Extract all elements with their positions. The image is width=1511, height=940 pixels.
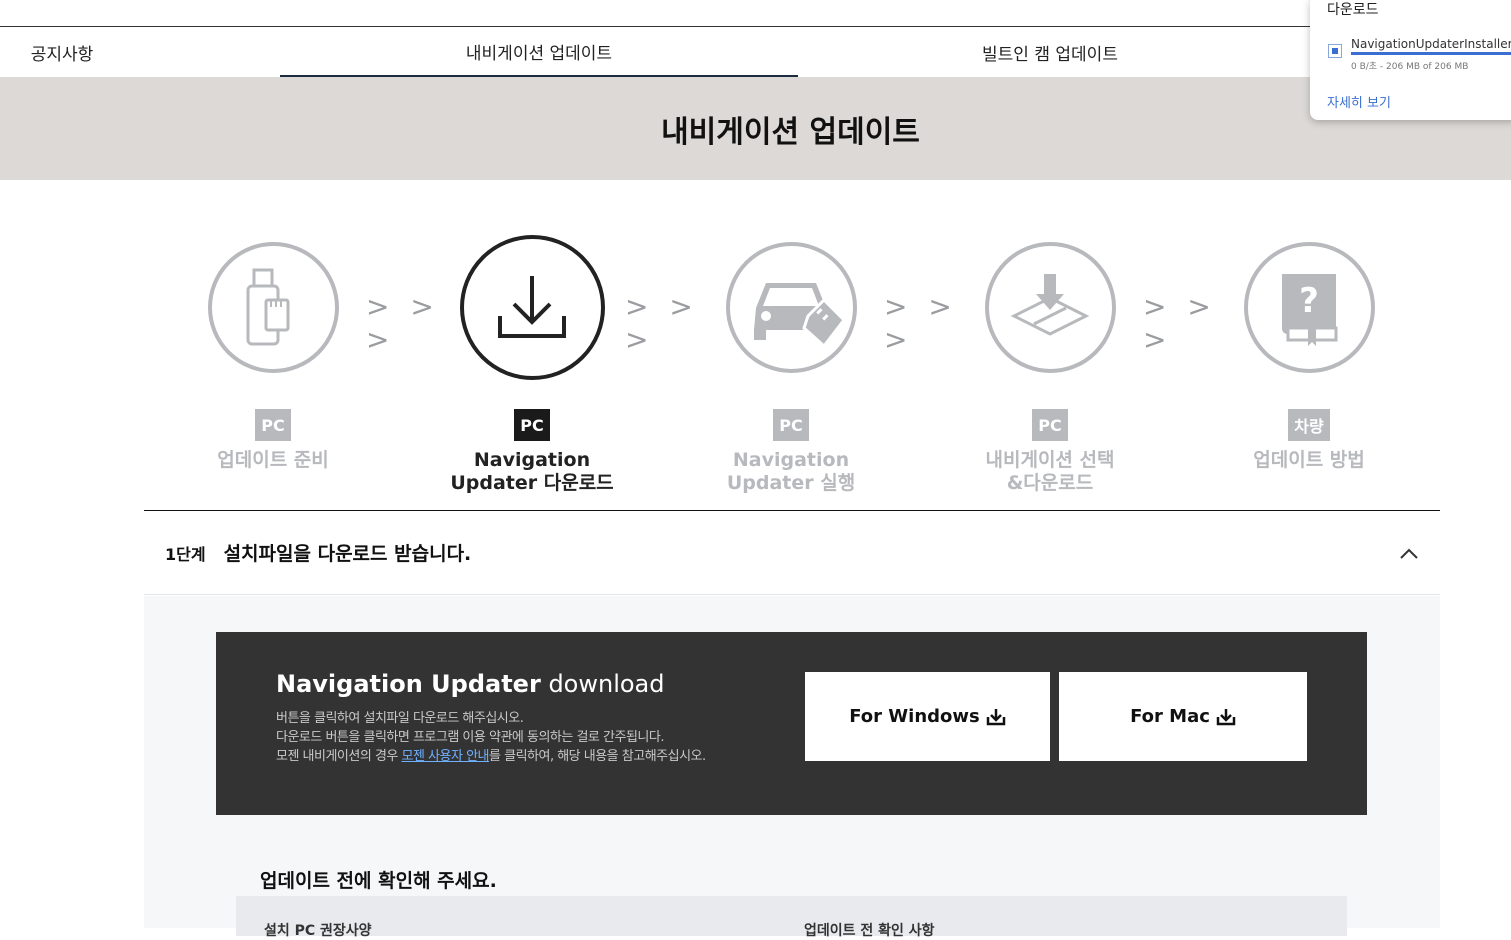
- step-navigation-updater-download[interactable]: PC Navigation Updater 다운로드: [432, 230, 632, 495]
- step-label: 내비게이션 선택 &다운로드: [985, 449, 1115, 494]
- download-file-name[interactable]: NavigationUpdaterInstaller.exe: [1351, 37, 1511, 51]
- button-label: For Mac: [1130, 706, 1210, 727]
- desc-line: 다운로드 버튼을 클릭하면 프로그램 이용 약관에 동의하는 걸로 간주됩니다.: [276, 730, 664, 745]
- usb-sd-card-icon: [246, 268, 290, 345]
- tab-notice[interactable]: 공지사항: [0, 27, 124, 77]
- pc-spec-column-header: 설치 PC 권장사양: [264, 923, 372, 939]
- download-progress-fill: [1351, 52, 1511, 55]
- navigation-updater-download-box: Navigation Updater download 버튼을 클릭하여 설치파…: [216, 632, 1367, 815]
- step-circle: [725, 242, 857, 373]
- download-popup-title: 다운로드: [1327, 2, 1379, 18]
- step-circle: ?: [1243, 242, 1375, 373]
- tab-bar: 공지사항 내비게이션 업데이트 빌트인 캠 업데이트: [0, 27, 1511, 77]
- download-progress-bar: [1351, 52, 1511, 55]
- download-more-link[interactable]: 자세히 보기: [1327, 92, 1391, 111]
- download-icon: [986, 708, 1005, 725]
- browser-download-popup: 다운로드 NavigationUpdaterInstaller.exe 0 B/…: [1310, 0, 1511, 120]
- step-update-prepare[interactable]: PC 업데이트 준비: [173, 230, 373, 472]
- download-description: 버튼을 클릭하여 설치파일 다운로드 해주십시오. 다운로드 버튼을 클릭하면 …: [276, 709, 706, 766]
- update-steps: PC 업데이트 준비 > > > PC Navigation Updater 다…: [0, 230, 1511, 510]
- svg-text:?: ?: [1299, 281, 1319, 321]
- accordion-step1-body: Navigation Updater download 버튼을 클릭하여 설치파…: [144, 596, 1440, 939]
- step-navigation-updater-run[interactable]: PC Navigation Updater 실행: [691, 230, 891, 495]
- mozen-user-guide-link[interactable]: 모젠 사용자 안내: [402, 749, 490, 764]
- tab-navigation-update[interactable]: 내비게이션 업데이트: [280, 27, 798, 77]
- step-badge: PC: [514, 409, 550, 441]
- desc-line: 모젠 내비게이션의 경우 모젠 사용자 안내를 클릭하여, 해당 내용을 참고해…: [276, 747, 706, 766]
- download-box-title: Navigation Updater download: [276, 670, 665, 698]
- accordion-step-number: 1단계: [165, 544, 206, 564]
- step-label: 업데이트 방법: [1253, 449, 1365, 471]
- for-mac-button[interactable]: For Mac: [1059, 672, 1307, 761]
- car-sd-card-icon: [754, 282, 846, 348]
- tab-label: 내비게이션 업데이트: [465, 43, 613, 64]
- step-label: Navigation Updater 다운로드: [450, 449, 614, 494]
- step-label: Navigation Updater 실행: [726, 449, 856, 494]
- step-badge: PC: [1032, 409, 1068, 441]
- desc-text: 모젠 내비게이션의 경우: [276, 749, 398, 764]
- download-icon: [498, 275, 566, 338]
- pre-update-check-table: 설치 PC 권장사양 업데이트 전 확인 사항: [236, 896, 1347, 939]
- step-circle: [459, 235, 605, 380]
- download-file-status: 0 B/초 - 206 MB of 206 MB: [1351, 62, 1469, 72]
- map-download-icon: [1010, 273, 1090, 336]
- step-badge: PC: [255, 409, 291, 441]
- desc-line: 버튼을 클릭하여 설치파일 다운로드 해주십시오.: [276, 711, 524, 726]
- tab-label: 빌트인 캠 업데이트: [982, 44, 1118, 65]
- help-book-icon: ?: [1282, 273, 1338, 346]
- page-title: 내비게이션 업데이트: [661, 114, 920, 150]
- tab-label: 공지사항: [30, 44, 94, 65]
- pre-update-check-title: 업데이트 전에 확인해 주세요.: [260, 870, 497, 892]
- download-title-light: download: [548, 670, 665, 698]
- chevron-up-icon[interactable]: [1398, 543, 1420, 565]
- step-circle: [207, 242, 339, 373]
- download-icon: [1216, 708, 1236, 725]
- accordion-title: 설치파일을 다운로드 받습니다.: [223, 543, 472, 565]
- step-label: 업데이트 준비: [217, 449, 329, 471]
- step-circle: [984, 242, 1116, 373]
- step-update-method[interactable]: ? 차량 업데이트 방법: [1209, 230, 1409, 472]
- file-icon: [1328, 44, 1342, 58]
- tab-builtin-cam-update[interactable]: 빌트인 캠 업데이트: [800, 27, 1300, 77]
- desc-text: 를 클릭하여, 해당 내용을 참고해주십시오.: [489, 749, 706, 764]
- page-banner: 내비게이션 업데이트: [0, 77, 1511, 180]
- pre-update-checklist-column-header: 업데이트 전 확인 사항: [804, 923, 935, 939]
- for-windows-button[interactable]: For Windows: [805, 672, 1050, 761]
- step-badge: PC: [773, 409, 809, 441]
- accordion-step1-header[interactable]: 1단계 설치파일을 다운로드 받습니다.: [144, 511, 1440, 595]
- step-navigation-select-download[interactable]: PC 내비게이션 선택 &다운로드: [950, 230, 1150, 495]
- download-title-bold: Navigation Updater: [276, 670, 541, 698]
- button-label: For Windows: [849, 706, 980, 727]
- step-badge: 차량: [1288, 409, 1330, 441]
- top-header-bar: [0, 0, 1511, 27]
